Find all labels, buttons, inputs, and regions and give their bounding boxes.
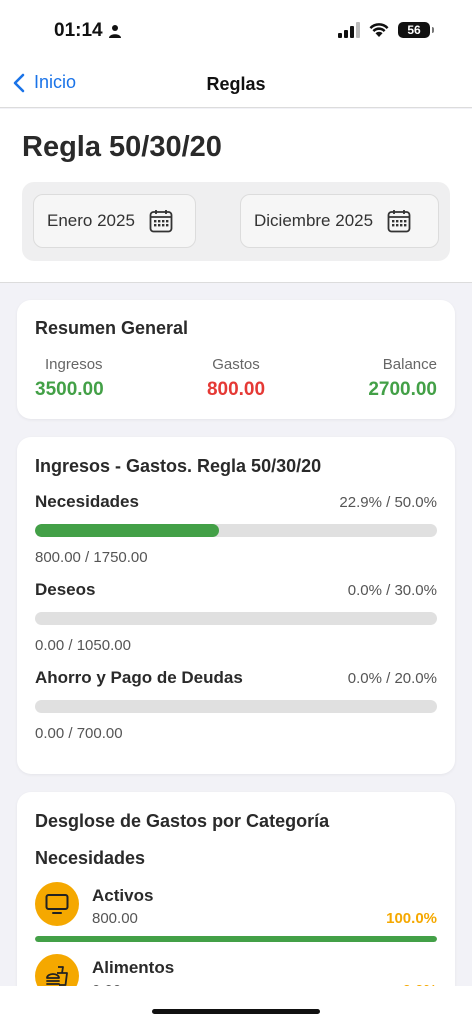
monitor-icon [45, 894, 69, 914]
progress-fill [35, 524, 220, 537]
calendar-icon [149, 210, 173, 233]
page-title: Regla 50/30/20 [22, 131, 222, 163]
breakdown-title: Desglose de Gastos por Categoría [35, 811, 330, 831]
navigation-bar: Inicio Reglas [0, 60, 472, 108]
status-bar: 01:14 56 [0, 0, 472, 60]
category-icon-bg [35, 882, 79, 926]
rule-percent: 0.0% / 20.0% [347, 670, 437, 687]
rule-card: Ingresos - Gastos. Regla 50/30/20 Necesi… [17, 437, 455, 774]
category-name: Activos [92, 886, 154, 905]
nav-title: Reglas [206, 74, 266, 94]
rule-amount: 800.00 / 1750.00 [35, 549, 148, 566]
signal-icon [338, 22, 360, 38]
rule-percent: 0.0% / 30.0% [347, 582, 437, 599]
status-time: 01:14 [54, 20, 122, 42]
rule-percent: 22.9% / 50.0% [339, 494, 437, 511]
home-indicator[interactable] [152, 1009, 320, 1014]
battery-indicator: 56 [398, 22, 434, 38]
balance-label: Balance [382, 356, 437, 373]
rule-name: Ahorro y Pago de Deudas [35, 668, 243, 687]
category-item[interactable]: Activos 800.00 100.0% [35, 882, 437, 944]
expenses-label: Gastos [212, 356, 260, 373]
summary-title: Resumen General [35, 318, 189, 338]
rule-title: Ingresos - Gastos. Regla 50/30/20 [35, 456, 322, 476]
balance-value: 2700.00 [368, 379, 437, 400]
clock-text: 01:14 [54, 20, 103, 41]
income-label: Ingresos [45, 356, 103, 373]
section-label: Necesidades [35, 848, 146, 868]
end-date-picker[interactable]: Diciembre 2025 [240, 194, 439, 248]
start-date-label: Enero 2025 [47, 211, 135, 230]
income-summary: Ingresos 3500.00 [35, 356, 155, 401]
wifi-icon [369, 23, 389, 37]
category-percent: 100.0% [386, 910, 437, 927]
balance-summary: Balance 2700.00 [317, 356, 437, 401]
expenses-value: 800.00 [206, 379, 266, 400]
rule-row-needs: Necesidades 22.9% / 50.0% 800.00 / 1750.… [35, 492, 437, 566]
category-progress-bar [35, 936, 437, 942]
category-amount: 800.00 [92, 910, 138, 927]
bottom-bar [0, 986, 472, 1024]
rule-amount: 0.00 / 1050.00 [35, 637, 131, 654]
header-area: Regla 50/30/20 Enero 2025 Diciembre 2025 [0, 109, 472, 283]
progress-bar [35, 700, 437, 713]
rule-row-wants: Deseos 0.0% / 30.0% 0.00 / 1050.00 [35, 580, 437, 654]
progress-bar [35, 612, 437, 625]
rule-name: Deseos [35, 580, 96, 599]
end-date-label: Diciembre 2025 [254, 211, 374, 230]
date-range: Enero 2025 Diciembre 2025 [22, 182, 450, 261]
calendar-icon [387, 210, 411, 233]
income-value: 3500.00 [35, 379, 104, 400]
expenses-summary: Gastos 800.00 [176, 356, 296, 401]
rule-name: Necesidades [35, 492, 139, 511]
summary-card: Resumen General Ingresos 3500.00 Gastos … [17, 300, 455, 419]
category-name: Alimentos [92, 958, 175, 977]
person-icon [108, 25, 121, 38]
status-indicators: 56 [338, 22, 434, 38]
start-date-picker[interactable]: Enero 2025 [33, 194, 196, 248]
category-progress-fill [35, 936, 437, 942]
rule-amount: 0.00 / 700.00 [35, 725, 123, 742]
progress-bar [35, 524, 437, 537]
rule-row-savings: Ahorro y Pago de Deudas 0.0% / 20.0% 0.0… [35, 668, 437, 742]
